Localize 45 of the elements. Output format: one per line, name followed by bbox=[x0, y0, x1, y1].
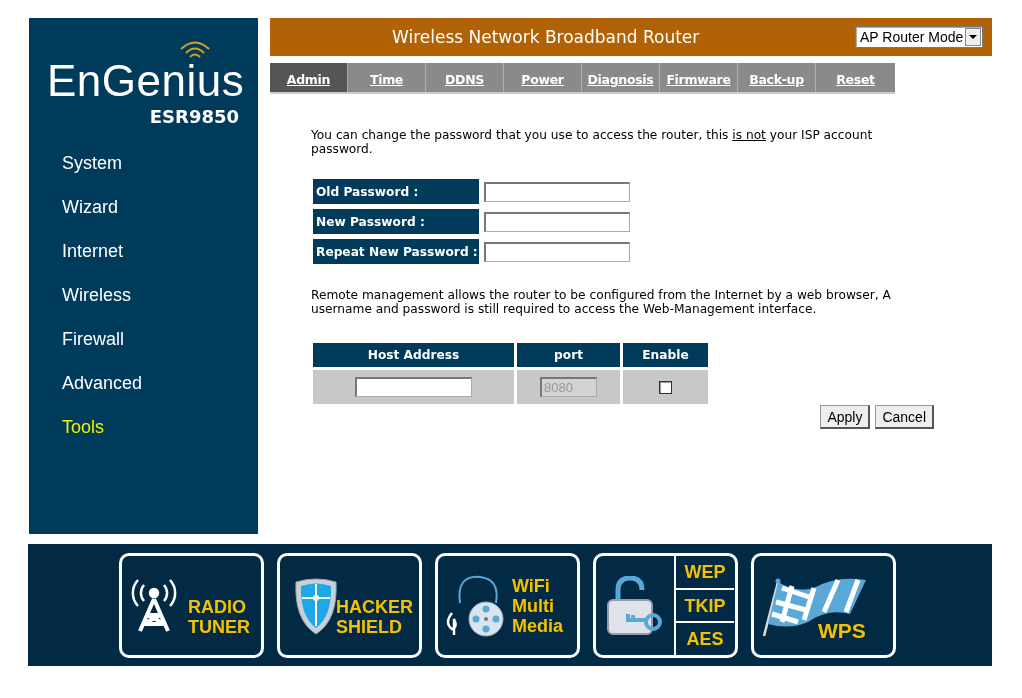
action-button[interactable]: Apply bbox=[820, 405, 871, 429]
wifi-icon bbox=[179, 38, 211, 58]
padlock-key-icon bbox=[607, 575, 662, 635]
sidebar-item[interactable]: Advanced bbox=[62, 373, 143, 393]
remote-note: Remote management allows the router to be configured from the Internet by a web browser, A username and password is still required to access the Web-Management interface. bbox=[311, 288, 892, 316]
sidebar-item[interactable]: Firewall bbox=[62, 329, 124, 349]
feature-label: SHIELD bbox=[336, 616, 403, 637]
password-field[interactable] bbox=[484, 211, 630, 232]
feature-label: TUNER bbox=[188, 616, 250, 637]
sidebar-item[interactable]: Tools bbox=[62, 417, 105, 437]
feature-label: WEP bbox=[676, 556, 734, 590]
intro-text: You can change the password that you use to access the router, this is not your ISP account password. bbox=[311, 128, 874, 156]
tab[interactable]: Admin bbox=[270, 63, 348, 92]
column-header: Host Address bbox=[313, 343, 514, 367]
brand-logo: EnGenius bbox=[47, 58, 245, 104]
feature-label: TKIP bbox=[676, 589, 734, 624]
radio-tower-icon bbox=[131, 578, 177, 633]
sidebar-item[interactable]: Internet bbox=[62, 241, 124, 261]
field-label: Repeat New Password : bbox=[313, 239, 479, 264]
field-label: Old Password : bbox=[313, 179, 479, 204]
feature-label: HACKER bbox=[336, 596, 413, 617]
shield-icon bbox=[295, 578, 337, 634]
column-header: port bbox=[517, 343, 620, 367]
feature-label: Multi bbox=[512, 595, 555, 616]
feature-label: Media bbox=[512, 615, 563, 636]
sidebar-item[interactable]: Wizard bbox=[62, 197, 118, 217]
column-header: Enable bbox=[623, 343, 708, 367]
enable-checkbox[interactable] bbox=[659, 381, 672, 394]
feature-label: AES bbox=[685, 628, 725, 652]
password-field[interactable] bbox=[484, 241, 630, 262]
sidebar-item[interactable]: Wireless bbox=[62, 285, 131, 305]
checkered-flag-icon bbox=[762, 577, 866, 636]
page-title: Wireless Network Broadband Router bbox=[392, 27, 701, 47]
feature-label: WiFi bbox=[512, 575, 551, 596]
caret-icon bbox=[969, 35, 977, 39]
field-label: New Password : bbox=[313, 209, 479, 234]
sidebar-item[interactable]: System bbox=[62, 153, 122, 173]
model-name: ESR9850 bbox=[149, 106, 239, 127]
host-address-field[interactable] bbox=[355, 377, 472, 397]
music-media-icon bbox=[446, 575, 504, 636]
password-field[interactable] bbox=[484, 181, 630, 202]
action-button[interactable]: Cancel bbox=[875, 405, 934, 429]
mode-dropdown[interactable]: AP Router Mode bbox=[855, 26, 983, 48]
feature-label: WPS bbox=[818, 621, 866, 641]
feature-label: RADIO bbox=[188, 596, 247, 617]
